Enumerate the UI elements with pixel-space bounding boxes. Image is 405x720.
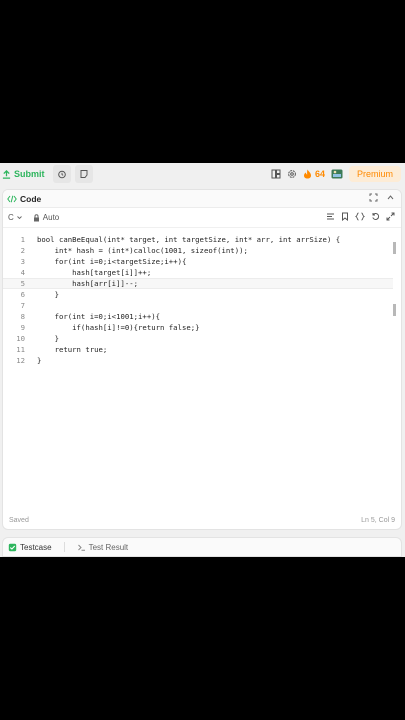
auto-mode[interactable]: Auto: [33, 213, 59, 222]
tab-test-result[interactable]: Test Result: [77, 542, 129, 552]
top-toolbar: Submit 64 Premium: [0, 163, 405, 185]
line-number: 4: [20, 268, 25, 277]
code-panel-header: Code: [3, 190, 401, 208]
note-icon: [79, 169, 89, 179]
chevron-up-icon[interactable]: [386, 193, 395, 202]
submit-button[interactable]: Submit: [0, 165, 49, 183]
language-label: C: [8, 213, 14, 222]
upload-icon: [2, 169, 11, 179]
editor-status-bar: Saved Ln 5, Col 9: [3, 511, 401, 529]
line-number: 10: [16, 334, 25, 343]
code-line: 4 hash[target[i]]++;: [3, 267, 393, 278]
streak-count: 64: [314, 169, 325, 179]
auto-mode-label: Auto: [42, 213, 60, 222]
code-panel: Code C Auto 1 bool canBeEqual(int* targe…: [2, 189, 402, 530]
line-number: 12: [16, 356, 25, 365]
code-text: if(hash[i]!=0){return false;}: [37, 323, 200, 332]
code-line: 1 bool canBeEqual(int* target, int targe…: [3, 234, 393, 245]
code-line: 3 for(int i=0;i<targetSize;i++){: [3, 256, 393, 267]
premium-button[interactable]: Premium: [348, 166, 401, 182]
code-line: 11 return true;: [3, 344, 393, 355]
fullscreen-icon[interactable]: [369, 193, 378, 202]
code-text: int* hash = (int*)calloc(1001, sizeof(in…: [37, 246, 248, 255]
cursor-position: Ln 5, Col 9: [361, 516, 395, 524]
line-number: 9: [20, 323, 25, 332]
line-number: 1: [20, 235, 25, 244]
code-text: bool canBeEqual(int* target, int targetS…: [37, 235, 341, 244]
line-number: 3: [20, 257, 25, 266]
notes-button[interactable]: [74, 165, 93, 183]
line-number: 6: [20, 290, 25, 299]
panel-head-actions: [369, 193, 395, 202]
gear-icon[interactable]: [287, 169, 297, 179]
code-line: 12 }: [3, 355, 393, 366]
terminal-icon: [77, 543, 86, 552]
code-line: 6 }: [3, 289, 393, 300]
code-text: hash[target[i]]++;: [37, 268, 152, 277]
code-line-current: 5 hash[arr[i]]--;: [3, 278, 393, 289]
line-number: 7: [20, 301, 25, 310]
code-text: hash[arr[i]]--;: [37, 279, 139, 288]
save-status: Saved: [9, 516, 29, 524]
editor-toolbar-actions: [326, 212, 395, 221]
timer-button[interactable]: [52, 165, 71, 183]
code-text: return true;: [37, 345, 108, 354]
code-panel-title: Code: [20, 193, 42, 204]
line-number: 5: [20, 279, 25, 288]
expand-icon[interactable]: [386, 212, 395, 221]
line-number: 8: [20, 312, 25, 321]
reset-icon[interactable]: [371, 212, 380, 221]
line-number: 11: [16, 345, 25, 354]
leetcode-screen: Submit 64 Premium Code C Auto 1 bool can…: [0, 163, 405, 557]
code-line: 9 if(hash[i]!=0){return false;}: [3, 322, 393, 333]
fire-icon: [303, 169, 312, 179]
code-text: for(int i=0;i<targetSize;i++){: [37, 257, 187, 266]
code-text: }: [37, 290, 59, 299]
bottom-tabs: Testcase Test Result: [2, 537, 402, 557]
scrollbar-marker[interactable]: [393, 304, 396, 316]
code-line: 8 for(int i=0;i<1001;i++){: [3, 311, 393, 322]
code-text: for(int i=0;i<1001;i++){: [37, 312, 161, 321]
scrollbar-marker[interactable]: [393, 242, 396, 254]
tab-testcase[interactable]: Testcase: [8, 543, 52, 552]
line-number: 2: [20, 246, 25, 255]
avatar[interactable]: [331, 169, 343, 179]
code-brackets-icon: [7, 195, 17, 203]
code-text: }: [37, 334, 59, 343]
lock-icon: [33, 213, 40, 222]
code-text: }: [37, 356, 42, 365]
top-right-actions: 64 Premium: [271, 165, 401, 183]
curly-braces-icon[interactable]: [355, 212, 365, 221]
code-line: 2 int* hash = (int*)calloc(1001, sizeof(…: [3, 245, 393, 256]
tab-divider: [63, 542, 65, 552]
test-result-label: Test Result: [88, 542, 129, 552]
submit-label: Submit: [14, 169, 45, 179]
bookmark-icon[interactable]: [341, 212, 349, 221]
streak-counter[interactable]: 64: [303, 169, 325, 179]
testcase-label: Testcase: [20, 542, 52, 552]
layout-icon[interactable]: [271, 169, 281, 179]
format-lines-icon[interactable]: [326, 212, 335, 221]
language-select[interactable]: C: [8, 213, 23, 222]
chevron-down-icon: [16, 214, 23, 221]
alarm-clock-icon: [57, 169, 67, 179]
code-line: 10 }: [3, 333, 393, 344]
checkbox-icon: [8, 543, 17, 552]
code-editor[interactable]: 1 bool canBeEqual(int* target, int targe…: [3, 230, 401, 490]
code-line: 7: [3, 300, 393, 311]
